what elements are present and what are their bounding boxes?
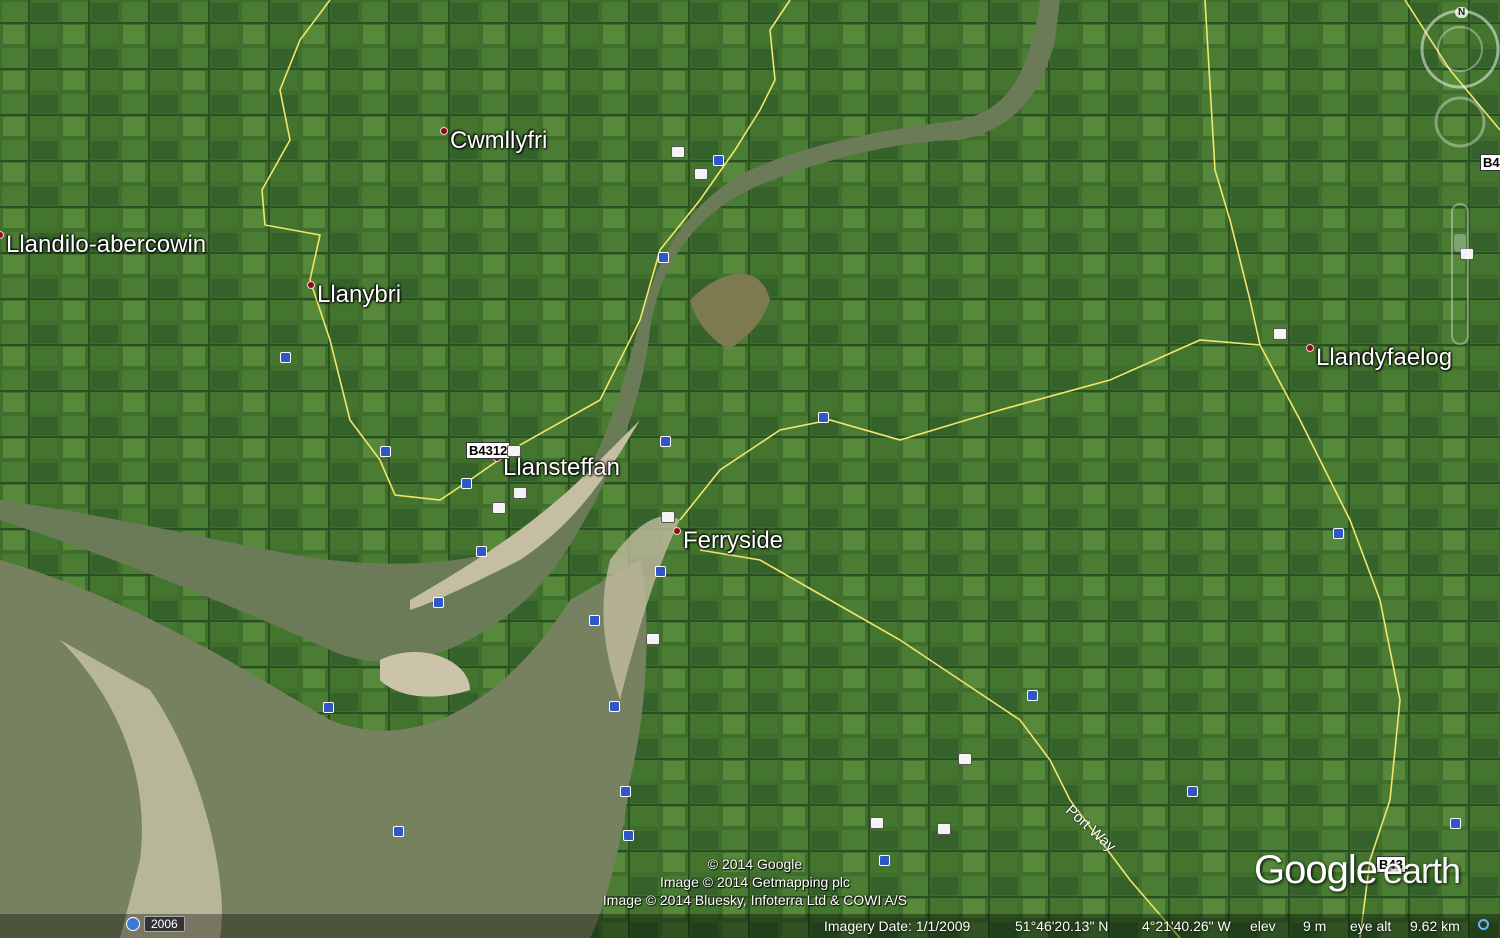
place-pin-icon bbox=[0, 231, 4, 239]
poi-icon[interactable] bbox=[589, 615, 600, 626]
road-shield: B4312 bbox=[466, 442, 511, 459]
cafe-icon[interactable] bbox=[513, 487, 527, 499]
poi-icon[interactable] bbox=[393, 826, 404, 837]
place-ferryside[interactable]: Ferryside bbox=[673, 517, 783, 554]
poi-icon[interactable] bbox=[623, 830, 634, 841]
latitude-readout: 51°46'20.13" N bbox=[1015, 918, 1109, 934]
bar-icon[interactable] bbox=[1273, 328, 1287, 340]
poi-icon[interactable] bbox=[433, 597, 444, 608]
navigation-controls: N bbox=[1420, 4, 1500, 364]
parking-icon[interactable] bbox=[476, 546, 487, 557]
elev-value: 9 m bbox=[1303, 918, 1327, 934]
eye-alt-label: eye alt bbox=[1350, 918, 1392, 934]
bar-icon[interactable] bbox=[937, 823, 951, 835]
poi-icon[interactable] bbox=[658, 252, 669, 263]
place-label: Cwmllyfri bbox=[450, 127, 548, 154]
clock-icon bbox=[126, 917, 140, 931]
historical-year: 2006 bbox=[144, 916, 185, 932]
poi-icon[interactable] bbox=[461, 478, 472, 489]
poi-icon[interactable] bbox=[713, 155, 724, 166]
place-llanybri[interactable]: Llanybri bbox=[307, 271, 401, 308]
hotel-icon[interactable] bbox=[671, 146, 685, 158]
poi-icon[interactable] bbox=[380, 446, 391, 457]
map-view[interactable]: Cwmllyfri Llandilo-abercowin Llanybri Ll… bbox=[0, 0, 1500, 938]
satellite-imagery bbox=[0, 0, 1500, 938]
poi-icon[interactable] bbox=[1450, 818, 1461, 829]
status-bar: Imagery Date: 1/1/2009 51°46'20.13" N 4°… bbox=[0, 914, 1500, 938]
credit-line: Image © 2014 Getmapping plc bbox=[659, 874, 851, 890]
poi-icon[interactable] bbox=[620, 786, 631, 797]
lodging-icon[interactable] bbox=[646, 633, 660, 645]
poi-icon[interactable] bbox=[1027, 690, 1038, 701]
compass-ring[interactable] bbox=[1420, 9, 1500, 89]
place-cwmllyfri[interactable]: Cwmllyfri bbox=[440, 117, 547, 154]
place-pin-icon bbox=[1306, 344, 1314, 352]
place-pin-icon bbox=[440, 127, 448, 135]
imagery-date: Imagery Date: 1/1/2009 bbox=[824, 918, 971, 934]
poi-icon[interactable] bbox=[660, 436, 671, 447]
compass-north-label[interactable]: N bbox=[1455, 7, 1469, 18]
poi-icon[interactable] bbox=[655, 566, 666, 577]
look-joystick[interactable] bbox=[1434, 96, 1486, 148]
poi-icon[interactable] bbox=[1187, 786, 1198, 797]
historical-imagery-button[interactable]: 2006 bbox=[126, 916, 185, 932]
place-label: Llandilo-abercowin bbox=[6, 231, 207, 258]
viewpoint-icon[interactable] bbox=[507, 445, 521, 457]
camera-icon[interactable] bbox=[870, 817, 884, 829]
poi-icon[interactable] bbox=[280, 352, 291, 363]
restaurant-icon[interactable] bbox=[661, 511, 675, 523]
longitude-readout: 4°21'40.26" W bbox=[1142, 918, 1231, 934]
place-label: Llanybri bbox=[317, 281, 402, 308]
poi-icon[interactable] bbox=[818, 412, 829, 423]
place-pin-icon bbox=[673, 527, 681, 535]
streaming-indicator-icon bbox=[1478, 919, 1489, 930]
google-earth-logo: Google earth bbox=[1254, 848, 1461, 892]
lodging-icon[interactable] bbox=[958, 753, 972, 765]
place-pin-icon bbox=[307, 281, 315, 289]
place-label: Llansteffan bbox=[503, 454, 620, 481]
credit-line: Image © 2014 Bluesky, Infoterra Ltd & CO… bbox=[602, 892, 908, 908]
attribution: © 2014 Google Image © 2014 Getmapping pl… bbox=[580, 855, 930, 909]
poi-icon[interactable] bbox=[323, 702, 334, 713]
eye-alt-value: 9.62 km bbox=[1410, 918, 1460, 934]
poi-icon[interactable] bbox=[1333, 528, 1344, 539]
elev-label: elev bbox=[1250, 918, 1276, 934]
place-llandilo-abercowin[interactable]: Llandilo-abercowin bbox=[0, 221, 206, 258]
car-icon[interactable] bbox=[492, 502, 506, 514]
poi-icon[interactable] bbox=[609, 701, 620, 712]
credit-line: © 2014 Google bbox=[707, 856, 803, 872]
place-label: Ferryside bbox=[683, 527, 784, 554]
lodging-icon[interactable] bbox=[694, 168, 708, 180]
zoom-slider[interactable] bbox=[1451, 203, 1469, 345]
